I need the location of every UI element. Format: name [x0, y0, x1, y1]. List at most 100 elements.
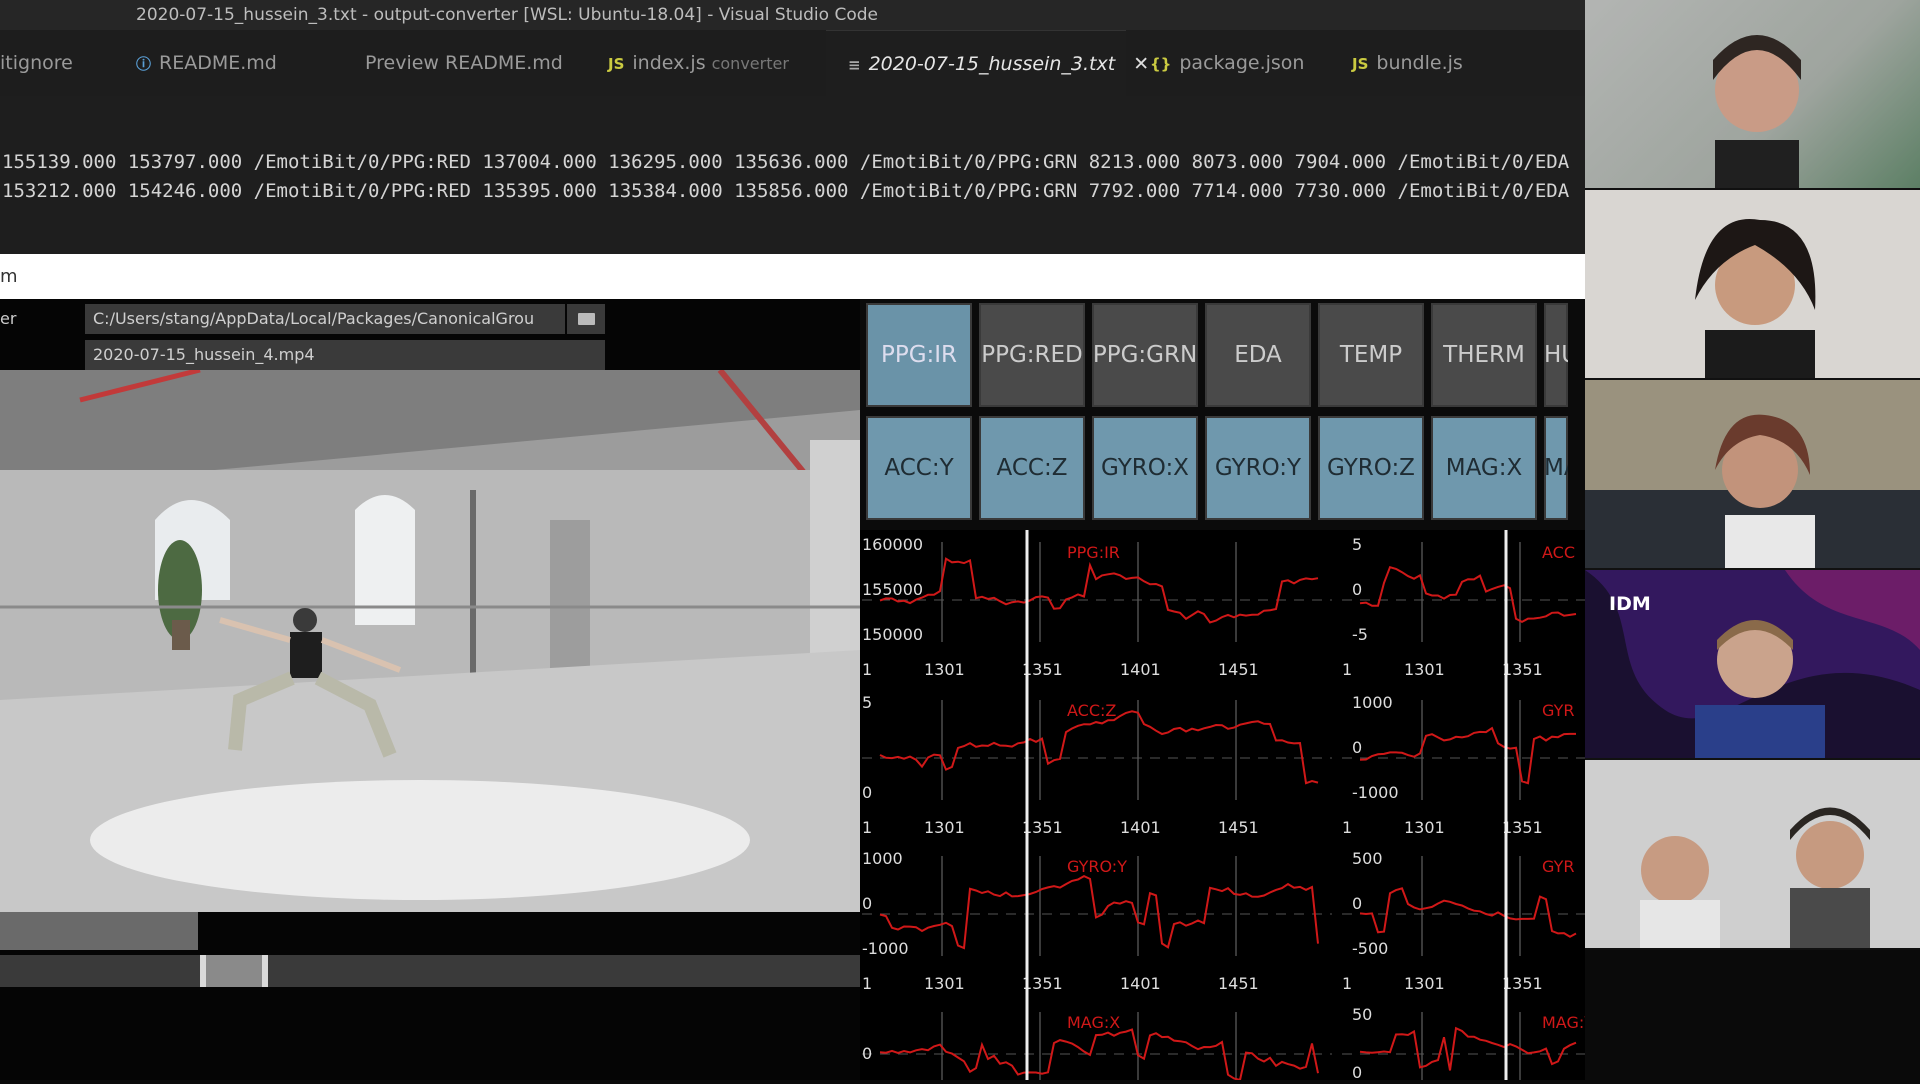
channel-button-gyro-y[interactable]: GYRO:Y [1205, 416, 1311, 520]
code-editor[interactable]: 155139.000 153797.000 /EmotiBit/0/PPG:RE… [0, 96, 1585, 254]
channel-button-temp[interactable]: TEMP [1318, 303, 1424, 407]
x-tick-label: 1 [1342, 974, 1352, 993]
x-tick-label: 1301 [1404, 974, 1445, 993]
channel-button-acc-z[interactable]: ACC:Z [979, 416, 1085, 520]
series-line [879, 874, 1319, 950]
window-title: 2020-07-15_hussein_3.txt - output-conver… [136, 5, 878, 25]
participant-avatar: IDM [1585, 570, 1920, 758]
channel-button-mag-x[interactable]: MAG:X [1431, 416, 1537, 520]
y-tick-label: 1000 [862, 849, 903, 868]
channel-button-ma[interactable]: MA [1544, 416, 1568, 520]
x-tick-label: 1 [862, 974, 872, 993]
y-tick-label: 0 [1352, 1063, 1362, 1080]
tab-preview-readme[interactable]: Preview README.md [365, 30, 595, 96]
x-tick-label: 1 [862, 818, 872, 837]
tab-active-txt[interactable]: ≡ 2020-07-15_hussein_3.txt ✕ [826, 30, 1149, 96]
channel-button-gyro-z[interactable]: GYRO:Z [1318, 416, 1424, 520]
chart-channel-label: ACC:Z [1067, 701, 1116, 720]
folder-browse-button[interactable] [567, 304, 605, 334]
app-title-fragment: m [0, 266, 18, 287]
title-bar: 2020-07-15_hussein_3.txt - output-conver… [0, 0, 1585, 30]
y-tick-label: 0 [862, 1044, 872, 1063]
series-line [879, 1028, 1319, 1082]
participant-avatar [1585, 414, 1920, 568]
x-tick-label: 1301 [924, 974, 965, 993]
dance-studio-image [0, 367, 860, 912]
code-line: 153212.000 154246.000 /EmotiBit/0/PPG:RE… [2, 180, 1570, 202]
info-icon: ⓘ [136, 55, 152, 73]
showcase-logo: IDM [1609, 593, 1651, 615]
y-tick-label: 1000 [1352, 693, 1393, 712]
channel-button-hum[interactable]: HUM [1544, 303, 1568, 407]
tab-label: README.md [159, 52, 277, 74]
chart-channel-label: GYRO:Y [1067, 857, 1127, 876]
folder-icon [578, 313, 595, 325]
participant-tile[interactable] [1585, 0, 1920, 188]
video-frame[interactable] [0, 367, 860, 912]
x-tick-label: 1301 [1404, 660, 1445, 679]
app-title-strip: m [0, 254, 1585, 299]
y-tick-label: 50 [1352, 1005, 1372, 1024]
tab-gitignore[interactable]: itignore [0, 30, 120, 96]
channel-button-eda[interactable]: EDA [1205, 303, 1311, 407]
x-tick-label: 1401 [1120, 660, 1161, 679]
tab-readme[interactable]: ⓘ README.md [136, 30, 356, 96]
channel-button-acc-y[interactable]: ACC:Y [866, 416, 972, 520]
y-tick-label: 0 [1352, 894, 1362, 913]
scrub-bar[interactable] [0, 955, 860, 987]
y-tick-label: 0 [862, 783, 872, 802]
tab-label: index.js [632, 52, 706, 74]
y-tick-label: 5 [1352, 535, 1362, 554]
y-tick-label: 500 [1352, 849, 1383, 868]
participant-tile[interactable]: IDM [1585, 570, 1920, 758]
y-tick-label: 150000 [862, 625, 923, 644]
y-tick-label: -1000 [862, 939, 909, 958]
channel-button-ppg-grn[interactable]: PPG:GRN [1092, 303, 1198, 407]
close-icon[interactable]: ✕ [1133, 53, 1149, 75]
channel-button-ppg-red[interactable]: PPG:RED [979, 303, 1085, 407]
playback-progress-bar[interactable] [0, 912, 198, 950]
channel-button-ppg-ir[interactable]: PPG:IR [866, 303, 972, 407]
x-tick-label: 1301 [924, 660, 965, 679]
participant-avatar [1640, 807, 1870, 948]
chart-channel-label: MAG:X [1067, 1013, 1120, 1032]
tab-package-json[interactable]: {} package.json [1150, 30, 1310, 96]
series-line [879, 557, 1319, 624]
chart-channel-label: PPG:IR [1067, 543, 1120, 562]
x-tick-label: 1451 [1218, 974, 1259, 993]
tab-bar: itignore ⓘ README.md Preview README.md JS… [0, 30, 1585, 96]
participant-tile[interactable] [1585, 760, 1920, 948]
video-file-field[interactable]: 2020-07-15_hussein_4.mp4 [85, 340, 605, 370]
tab-label: 2020-07-15_hussein_3.txt [868, 53, 1116, 75]
x-tick-label: 1401 [1120, 818, 1161, 837]
x-tick-label: 1351 [1502, 974, 1543, 993]
x-tick-label: 1401 [1120, 974, 1161, 993]
code-line: 155139.000 153797.000 /EmotiBit/0/PPG:RE… [2, 151, 1570, 173]
participant-tile[interactable] [1585, 190, 1920, 378]
channel-button-therm[interactable]: THERM [1431, 303, 1537, 407]
chart-channel-label: ACC [1542, 543, 1575, 562]
x-tick-label: 1351 [1502, 818, 1543, 837]
channel-button-gyro-x[interactable]: GYRO:X [1092, 416, 1198, 520]
y-tick-label: -5 [1352, 625, 1368, 644]
participant-avatar [1695, 219, 1816, 378]
chart-channel-label: MAG:Y [1542, 1013, 1585, 1032]
y-tick-label: 0 [862, 894, 872, 913]
js-icon: JS [608, 55, 625, 73]
y-tick-label: 155000 [862, 580, 923, 599]
y-tick-label: -500 [1352, 939, 1388, 958]
x-tick-label: 1 [1342, 818, 1352, 837]
scrub-handle[interactable] [200, 955, 268, 987]
x-tick-label: 1 [862, 660, 872, 679]
participant-avatar [1585, 0, 1920, 188]
y-tick-label: 160000 [862, 535, 923, 554]
x-tick-label: 1301 [1404, 818, 1445, 837]
participant-tile[interactable] [1585, 380, 1920, 568]
folder-path-field[interactable]: C:/Users/stang/AppData/Local/Packages/Ca… [85, 304, 565, 334]
tab-label: bundle.js [1376, 52, 1463, 74]
tab-bundle-js[interactable]: JS bundle.js [1352, 30, 1492, 96]
series-line [1359, 565, 1577, 624]
x-tick-label: 1351 [1502, 660, 1543, 679]
series-line [1359, 1026, 1577, 1071]
tab-index-js[interactable]: JS index.js converter [608, 30, 823, 96]
